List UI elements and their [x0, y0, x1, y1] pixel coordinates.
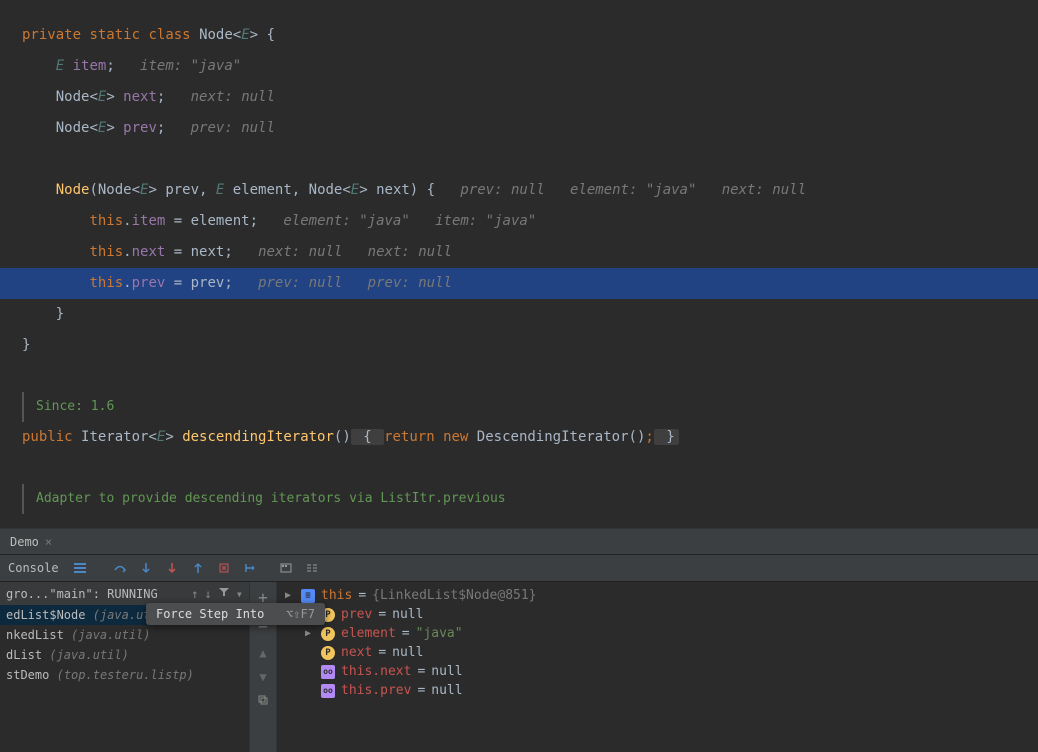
evaluate-expression-icon[interactable]: [273, 555, 299, 581]
keyword-private: private: [22, 27, 81, 43]
field-type: E: [56, 58, 64, 74]
code-line: E item; item: "java": [0, 51, 1038, 82]
var-this[interactable]: ▶ ≡ this = {LinkedList$Node@851}: [281, 586, 1034, 605]
frame-item[interactable]: stDemo (top.testeru.listp): [0, 665, 249, 685]
drop-frame-icon[interactable]: [211, 555, 237, 581]
code-line: Node<E> next; next: null: [0, 82, 1038, 113]
debug-tab-bar: Demo ×: [0, 528, 1038, 555]
chevron-right-icon[interactable]: ▶: [305, 628, 311, 639]
field-prev: prev: [123, 120, 157, 136]
step-into-icon[interactable]: [133, 555, 159, 581]
code-line: Node(Node<E> prev, E element, Node<E> ne…: [0, 175, 1038, 206]
keyword-static: static: [89, 27, 140, 43]
tooltip-text: Force Step Into: [156, 607, 264, 621]
param-icon: P: [321, 627, 335, 641]
code-line: this.next = next; next: null next: null: [0, 237, 1038, 268]
move-down-icon[interactable]: ▼: [259, 670, 266, 684]
watch-icon: oo: [321, 665, 335, 679]
code-line: public Iterator<E> descendingIterator() …: [0, 422, 1038, 453]
tooltip-shortcut: ⌥⇧F7: [286, 607, 315, 621]
param-icon: P: [321, 646, 335, 660]
var-next[interactable]: P next = null: [281, 643, 1034, 662]
var-element[interactable]: ▶ P element = "java": [281, 624, 1034, 643]
force-step-into-icon[interactable]: [159, 555, 185, 581]
step-over-icon[interactable]: [107, 555, 133, 581]
code-line: Node<E> prev; prev: null: [0, 113, 1038, 144]
code-line: this.item = element; element: "java" ite…: [0, 206, 1038, 237]
var-prev[interactable]: P prev = null: [281, 605, 1034, 624]
next-frame-icon[interactable]: ↓: [205, 587, 212, 601]
current-execution-line: this.prev = prev; prev: null prev: null: [0, 268, 1038, 299]
object-icon: ≡: [301, 589, 315, 603]
run-to-cursor-icon[interactable]: [237, 555, 263, 581]
inline-hint: next: null: [191, 89, 275, 105]
tab-label: Demo: [10, 535, 39, 549]
prev-frame-icon[interactable]: ↑: [191, 587, 198, 601]
code-line: [0, 144, 1038, 175]
var-this-prev[interactable]: oo this.prev = null: [281, 681, 1034, 700]
code-editor[interactable]: private static class Node<E> { E item; i…: [0, 0, 1038, 528]
code-line: [0, 361, 1038, 392]
thread-status: gro..."main": RUNNING: [6, 587, 158, 601]
tooltip: Force Step Into ⌥⇧F7: [146, 603, 325, 625]
filter-icon[interactable]: [218, 586, 230, 601]
field-next: next: [123, 89, 157, 105]
field-item: item: [73, 58, 107, 74]
frame-item[interactable]: nkedList (java.util): [0, 625, 249, 645]
frames-list[interactable]: edList$Node (java.util) nkedList (java.u…: [0, 605, 249, 752]
duplicate-watch-icon[interactable]: [257, 694, 269, 710]
inline-hint: item: "java": [140, 58, 241, 74]
inline-hint: prev: null: [191, 120, 275, 136]
frame-item[interactable]: dList (java.util): [0, 645, 249, 665]
generic-type: E: [241, 27, 249, 43]
frames-header: gro..."main": RUNNING ↑ ↓ ▾: [0, 582, 249, 605]
var-this-next[interactable]: oo this.next = null: [281, 662, 1034, 681]
code-line: }: [0, 330, 1038, 361]
constructor-name: Node: [56, 182, 90, 198]
trace-current-stream-chain-icon[interactable]: [299, 555, 325, 581]
keyword-class: class: [148, 27, 190, 43]
code-line: private static class Node<E> {: [0, 20, 1038, 51]
debug-toolbar: Console: [0, 555, 1038, 582]
console-tab[interactable]: Console: [0, 561, 67, 575]
dropdown-icon[interactable]: ▾: [236, 587, 243, 601]
close-icon[interactable]: ×: [45, 535, 52, 549]
move-up-icon[interactable]: ▲: [259, 646, 266, 660]
step-out-icon[interactable]: [185, 555, 211, 581]
brace: {: [258, 27, 275, 43]
threads-icon[interactable]: [73, 561, 87, 575]
chevron-right-icon[interactable]: ▶: [285, 590, 291, 601]
method-name: descendingIterator: [182, 429, 334, 445]
debug-tab-demo[interactable]: Demo ×: [0, 531, 62, 553]
variables-panel[interactable]: ▶ ≡ this = {LinkedList$Node@851} P prev …: [277, 582, 1038, 752]
javadoc-since: Since: 1.6: [22, 392, 1038, 422]
code-line: [0, 453, 1038, 484]
class-name: Node: [199, 27, 233, 43]
javadoc-comment: Adapter to provide descending iterators …: [22, 484, 1038, 514]
watch-icon: oo: [321, 684, 335, 698]
code-line: }: [0, 299, 1038, 330]
